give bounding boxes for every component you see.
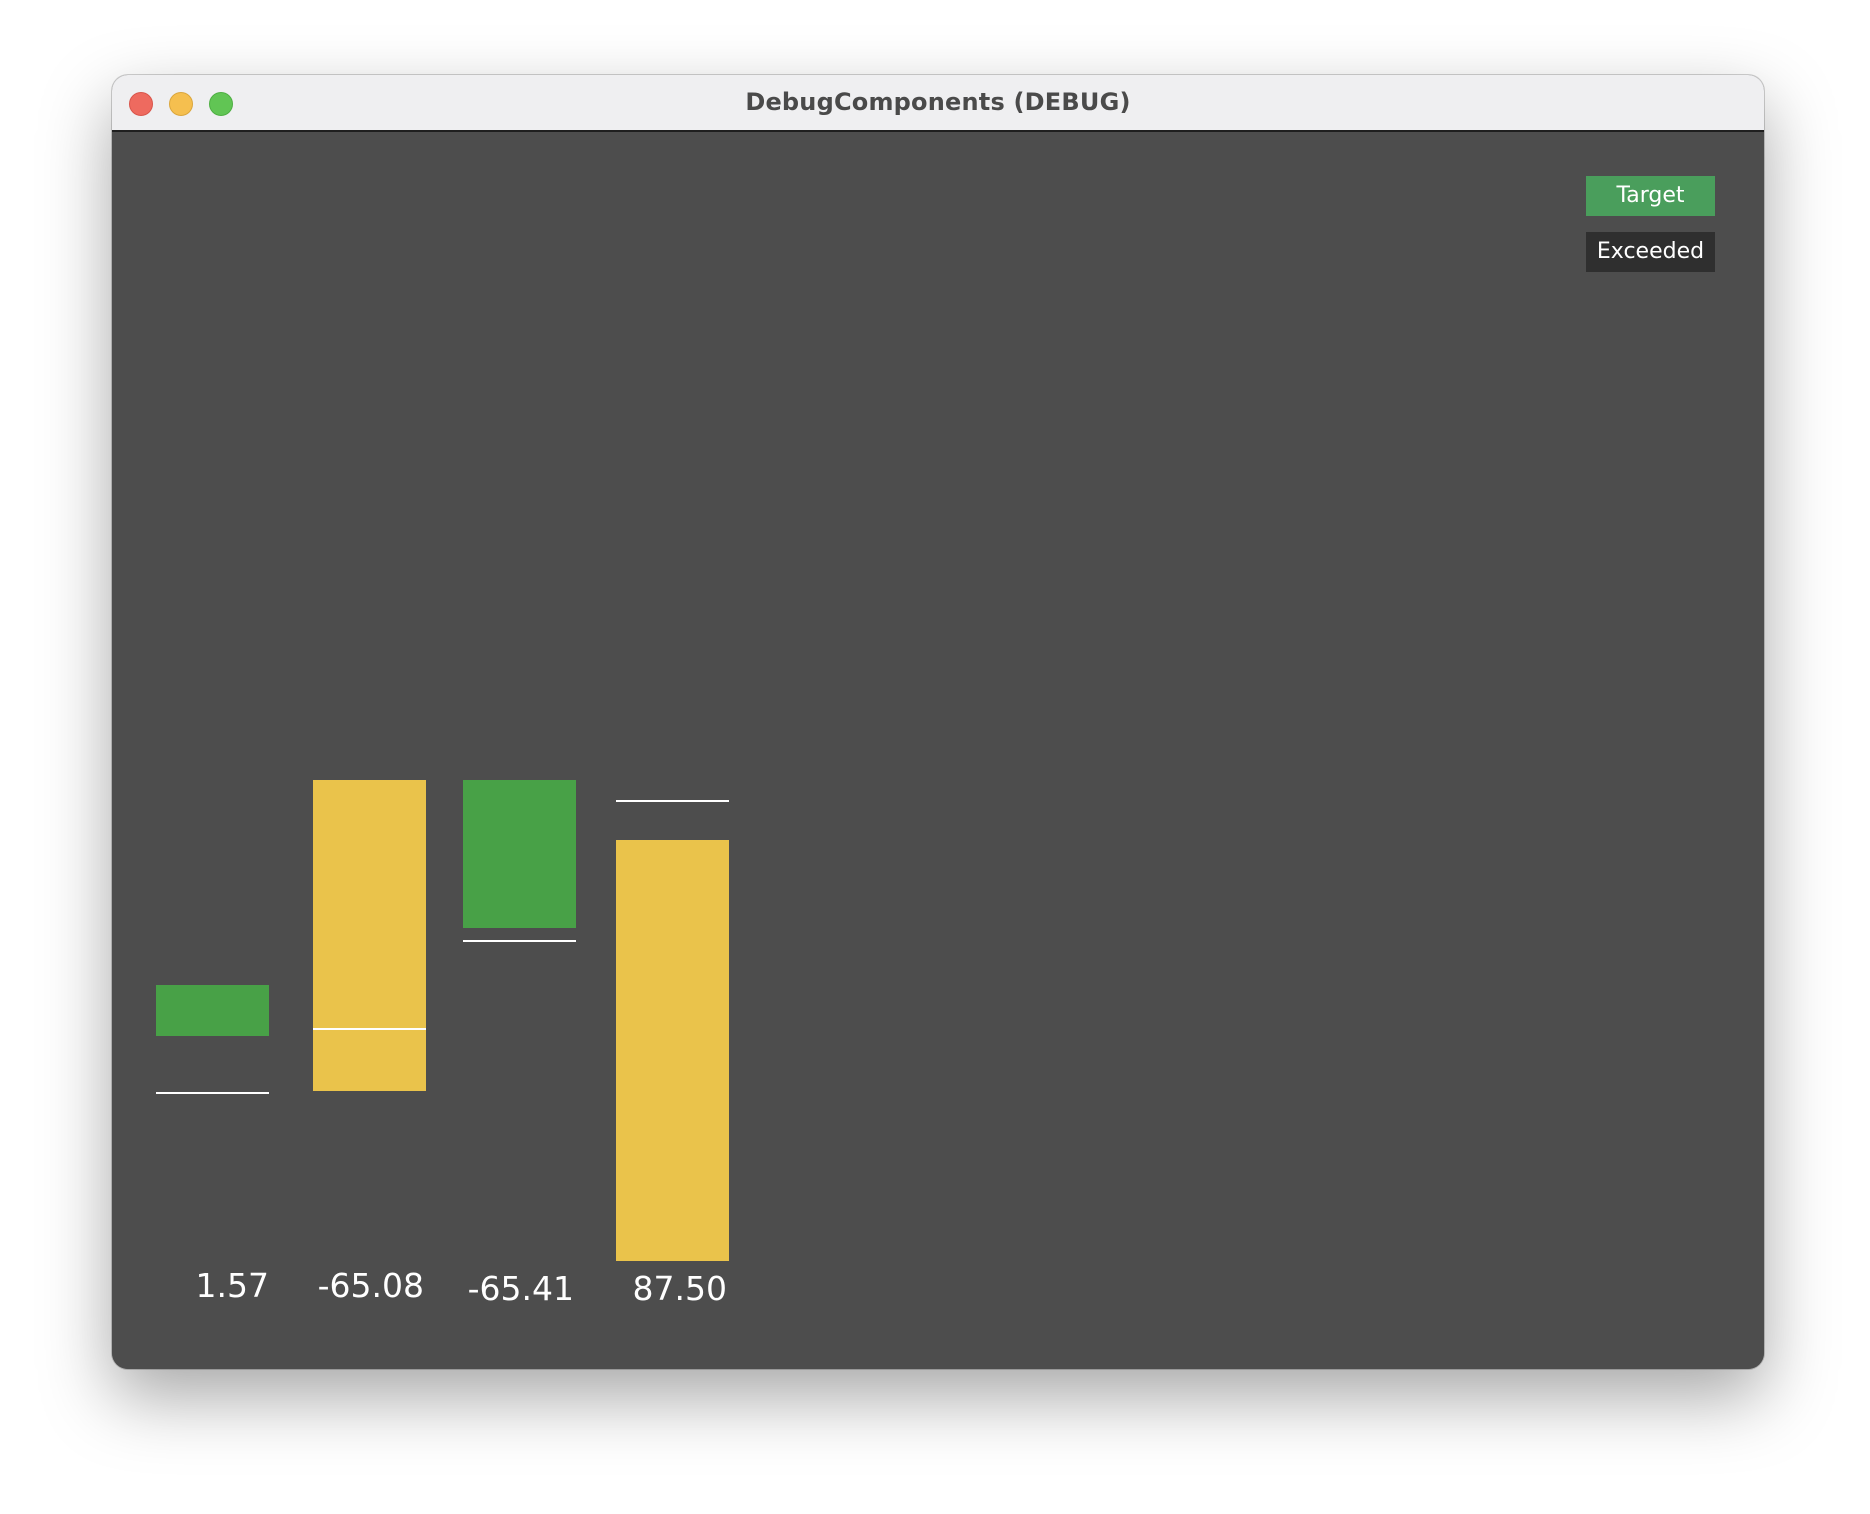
window-title: DebugComponents (DEBUG) [745,88,1131,116]
bar-2-label: -65.08 [318,1266,424,1305]
bar-4-label: 87.50 [633,1269,727,1308]
bar-2 [313,780,426,1091]
app-window: DebugComponents (DEBUG) Target Exceeded … [112,75,1764,1369]
bar-1 [156,985,269,1036]
bar-1-marker [156,1092,269,1094]
bar-3 [463,780,576,928]
bar-4 [616,840,729,1261]
bar-2-marker [313,1028,426,1030]
title-bar[interactable]: DebugComponents (DEBUG) [112,75,1764,132]
bar-chart: 1.57 -65.08 -65.41 87.50 [156,780,729,1308]
bar-3-label: -65.41 [468,1269,574,1308]
bar-3-marker [463,940,576,942]
bar-4-marker [616,800,729,802]
bar-1-label: 1.57 [196,1266,269,1305]
chart-area: Target Exceeded 1.57 -65.08 -65.41 87.50 [112,132,1764,1369]
